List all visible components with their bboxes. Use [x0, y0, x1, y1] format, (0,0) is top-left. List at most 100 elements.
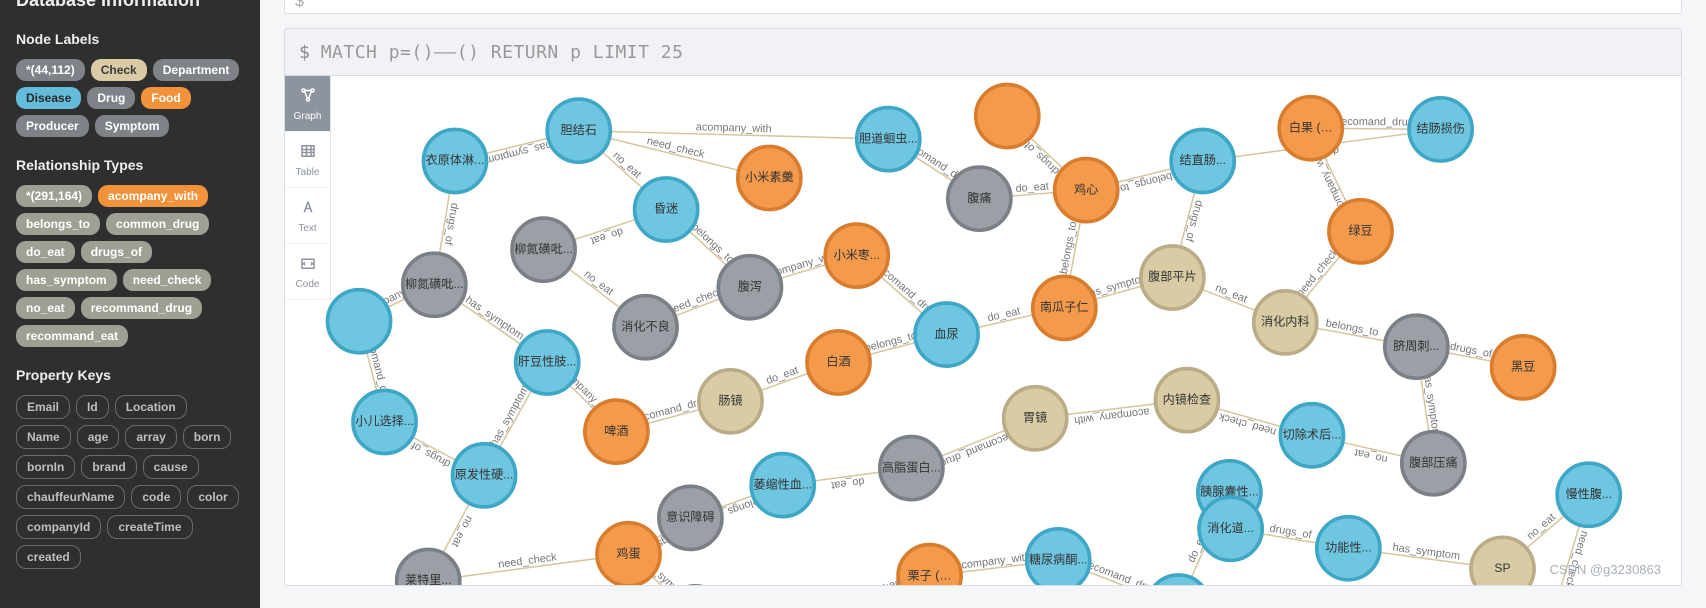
graph-node[interactable]: 鸡心 — [1055, 159, 1118, 222]
svg-text:drugs_of: drugs_of — [1022, 138, 1062, 176]
pill-bornin[interactable]: bornIn — [16, 455, 75, 479]
graph-node[interactable]: 鸡蛋 — [597, 523, 660, 586]
pill-food[interactable]: Food — [141, 87, 190, 109]
pill-id[interactable]: Id — [76, 395, 109, 419]
pill-brand[interactable]: brand — [81, 455, 136, 479]
graph-node[interactable]: 结肠损伤 — [1409, 98, 1472, 161]
graph-node[interactable]: 糖尿病酮... — [1027, 529, 1090, 586]
graph-node[interactable]: 栗子 (… — [898, 545, 961, 586]
graph-node[interactable]: 消化道... — [1199, 497, 1262, 560]
pill-acompany-with[interactable]: acompany_with — [98, 185, 208, 207]
svg-text:no_eat: no_eat — [1214, 282, 1249, 305]
svg-text:recomand_drug: recomand_drug — [1337, 116, 1414, 129]
graph-node[interactable]: 萎缩性血... — [751, 454, 814, 517]
pill-check[interactable]: Check — [91, 59, 147, 81]
graph-node[interactable]: 消化不良 — [614, 296, 677, 359]
graph-node[interactable]: SP — [1471, 537, 1534, 586]
graph-node[interactable]: 小米枣... — [825, 224, 888, 287]
graph-node[interactable]: 南瓜子仁 — [1033, 276, 1096, 339]
graph-node[interactable]: 啤酒 — [585, 400, 648, 463]
pill-common-drug[interactable]: common_drug — [106, 213, 209, 235]
pill-do-eat[interactable]: do_eat — [16, 241, 75, 263]
tool-code[interactable]: Code — [285, 244, 330, 300]
query-prefix: $ — [299, 42, 310, 63]
view-toolstrip: GraphTableTextCode — [285, 76, 331, 300]
graph-node[interactable]: 高脂蛋白... — [880, 437, 943, 500]
graph-node[interactable]: 腹泻 — [718, 256, 781, 319]
pill-producer[interactable]: Producer — [16, 115, 89, 137]
graph-node[interactable]: 血尿 — [915, 303, 978, 366]
pill-born[interactable]: born — [183, 425, 232, 449]
tool-graph[interactable]: Graph — [285, 76, 330, 132]
pill-cause[interactable]: cause — [143, 455, 199, 479]
tool-table[interactable]: Table — [285, 132, 330, 188]
graph-node[interactable]: 功能性... — [1317, 517, 1380, 580]
pill-belongs-to[interactable]: belongs_to — [16, 213, 100, 235]
pill--291-164-[interactable]: *(291,164) — [16, 185, 92, 207]
graph-node[interactable]: 胆道蛔虫... — [857, 108, 920, 171]
pill-no-eat[interactable]: no_eat — [16, 297, 75, 319]
graph-node[interactable]: 黑豆 — [1492, 336, 1555, 399]
sidebar: Database Information Node Labels *(44,11… — [0, 0, 260, 608]
graph-node[interactable]: 结直肠... — [1171, 129, 1234, 192]
graph-node[interactable]: 柳氮磺吡... — [403, 253, 466, 316]
graph-node[interactable]: 小儿选择... — [353, 390, 416, 453]
graph-node[interactable]: 败血症 — [1147, 575, 1210, 586]
pill-recommand-drug[interactable]: recommand_drug — [81, 297, 202, 319]
svg-text:belongs_to: belongs_to — [864, 330, 919, 355]
graph-node[interactable]: 胆结石 — [547, 99, 610, 162]
pill-color[interactable]: color — [187, 485, 238, 509]
pill-age[interactable]: age — [77, 425, 120, 449]
graph-node[interactable]: 莱特里... — [397, 549, 460, 586]
graph-node[interactable]: 绿豆 — [1329, 200, 1392, 263]
graph-node[interactable]: 原发性硬... — [453, 444, 516, 507]
graph-node[interactable]: 昏迷 — [635, 178, 698, 241]
pill-companyid[interactable]: companyId — [16, 515, 101, 539]
rel-types-heading: Relationship Types — [16, 157, 244, 173]
graph-svg[interactable]: has_symptomno_eatneed_checkacompany_with… — [285, 76, 1681, 586]
pill-createtime[interactable]: createTime — [107, 515, 192, 539]
pill-chauffeurname[interactable]: chauffeurName — [16, 485, 125, 509]
graph-node[interactable]: 腹部平片 — [1141, 246, 1204, 309]
pill-symptom[interactable]: Symptom — [95, 115, 170, 137]
pill-location[interactable]: Location — [115, 395, 187, 419]
graph-node[interactable]: 慢性腹... — [1557, 463, 1620, 526]
pill-array[interactable]: array — [125, 425, 176, 449]
graph-node[interactable]: 脐周刺... — [1385, 315, 1448, 378]
graph-node[interactable] — [327, 290, 390, 353]
collapsed-panel[interactable]: $ — [284, 0, 1682, 14]
pill-email[interactable]: Email — [16, 395, 70, 419]
pill-disease[interactable]: Disease — [16, 87, 81, 109]
graph-node[interactable]: 柳氮磺吡... — [512, 218, 575, 281]
pill-need-check[interactable]: need_check — [123, 269, 212, 291]
graph-node[interactable]: 肠镜 — [699, 370, 762, 433]
pill-code[interactable]: code — [131, 485, 181, 509]
graph-node[interactable]: 小米素羹 — [738, 146, 801, 209]
pill-recommand-eat[interactable]: recommand_eat — [16, 325, 128, 347]
pill-drugs-of[interactable]: drugs_of — [81, 241, 152, 263]
pill-department[interactable]: Department — [153, 59, 240, 81]
pill-drug[interactable]: Drug — [87, 87, 135, 109]
pill-created[interactable]: created — [16, 545, 81, 569]
graph-node[interactable]: 衣原体淋... — [423, 129, 486, 192]
query-bar[interactable]: $ MATCH p=()——() RETURN p LIMIT 25 — [284, 28, 1682, 76]
pill--44-112-[interactable]: *(44,112) — [16, 59, 85, 81]
graph-node[interactable]: 消化内科 — [1254, 291, 1317, 354]
collapsed-prefix: $ — [295, 0, 304, 11]
pill-has-symptom[interactable]: has_symptom — [16, 269, 117, 291]
tool-text[interactable]: Text — [285, 188, 330, 244]
graph-node[interactable]: 腹痛 — [948, 167, 1011, 230]
prop-keys-list: EmailIdLocation Nameagearray born bornInbra… — [16, 395, 244, 569]
graph-node[interactable]: 内镜检查 — [1155, 369, 1218, 432]
graph-node[interactable]: 肝豆性肢... — [516, 331, 579, 394]
svg-text:do_eat: do_eat — [765, 364, 800, 387]
svg-text:belongs_to: belongs_to — [689, 221, 736, 266]
graph-node[interactable]: 切除术后... — [1280, 404, 1343, 467]
graph-node[interactable]: 白酒 — [807, 331, 870, 394]
graph-node[interactable]: 白果 (… — [1279, 97, 1342, 160]
pill-name[interactable]: Name — [16, 425, 71, 449]
graph-node[interactable] — [976, 84, 1039, 147]
graph-node[interactable]: 腹部压痛 — [1402, 432, 1465, 495]
graph-node[interactable]: 意识障碍 — [659, 486, 722, 549]
graph-node[interactable]: 胃镜 — [1004, 387, 1067, 450]
